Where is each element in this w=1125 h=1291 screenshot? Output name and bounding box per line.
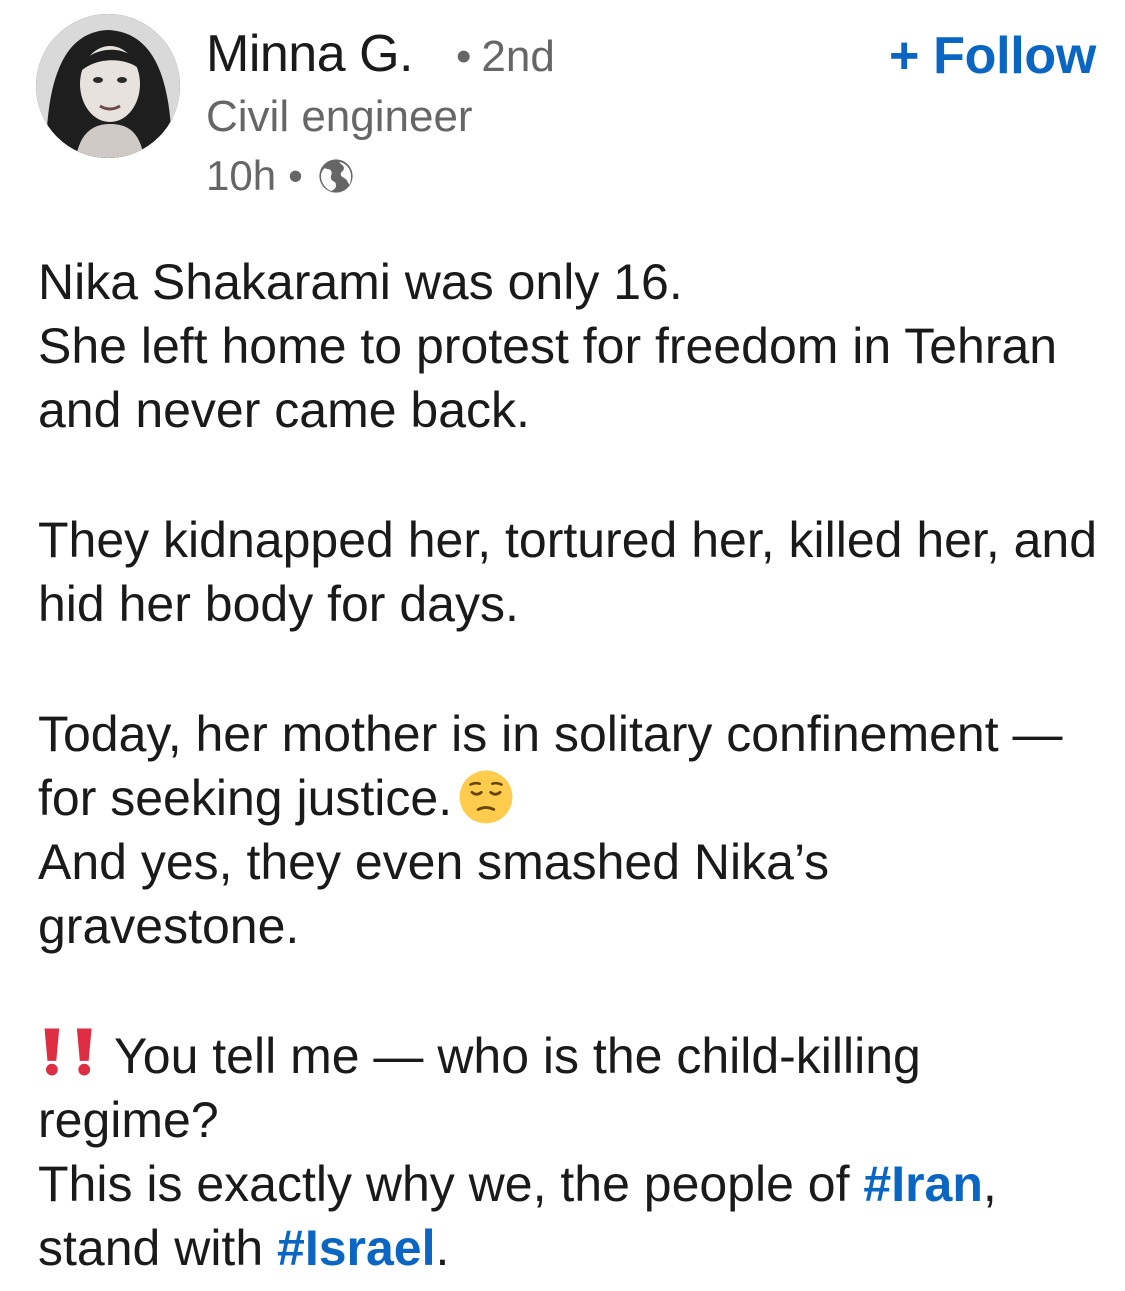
double-exclamation-icon (44, 1028, 92, 1076)
degree-label: 2nd (481, 32, 555, 81)
profile-photo-icon (36, 14, 180, 158)
meta-separator: • (288, 152, 303, 199)
pensive-face-emoji (459, 770, 513, 824)
degree-separator: • (456, 32, 472, 81)
post-meta: 10h • (206, 152, 355, 200)
post-time: 10h (206, 152, 277, 199)
post-paragraph-1: Nika Shakarami was only 16. She left hom… (38, 250, 1098, 442)
hashtag-israel-link[interactable]: #Israel (277, 1220, 435, 1276)
author-name[interactable]: Minna G. (206, 24, 413, 84)
post-body: Nika Shakarami was only 16. She left hom… (38, 250, 1098, 1280)
post-header: Minna G. • 2nd Civil engineer 10h • + Fol… (36, 14, 1096, 204)
post-line: Nika Shakarami was only 16. (38, 254, 683, 310)
post-paragraph-3: Today, her mother is in solitary confine… (38, 702, 1098, 958)
author-headline: Civil engineer (206, 92, 473, 141)
post-line: They kidnapped her, tortured her, killed… (38, 512, 1098, 632)
post-line: And yes, they even smashed Nika’s graves… (38, 834, 830, 954)
post-line-end: . (435, 1220, 450, 1276)
connection-degree: • 2nd (456, 32, 555, 82)
post-line: You tell me — who is the child-killing r… (38, 1028, 921, 1148)
avatar[interactable] (36, 14, 180, 158)
post-line: She left home to protest for freedom in … (38, 318, 1058, 438)
hashtag-iran-link[interactable]: #Iran (863, 1156, 983, 1212)
follow-button[interactable]: + Follow (889, 26, 1096, 86)
globe-icon (319, 159, 353, 193)
post-paragraph-4: You tell me — who is the child-killing r… (38, 1024, 1098, 1280)
post-line: Today, her mother is in solitary confine… (38, 706, 1063, 826)
post-line-prefix: This is exactly why we, the people of (38, 1156, 864, 1212)
post-paragraph-2: They kidnapped her, tortured her, killed… (38, 508, 1098, 636)
